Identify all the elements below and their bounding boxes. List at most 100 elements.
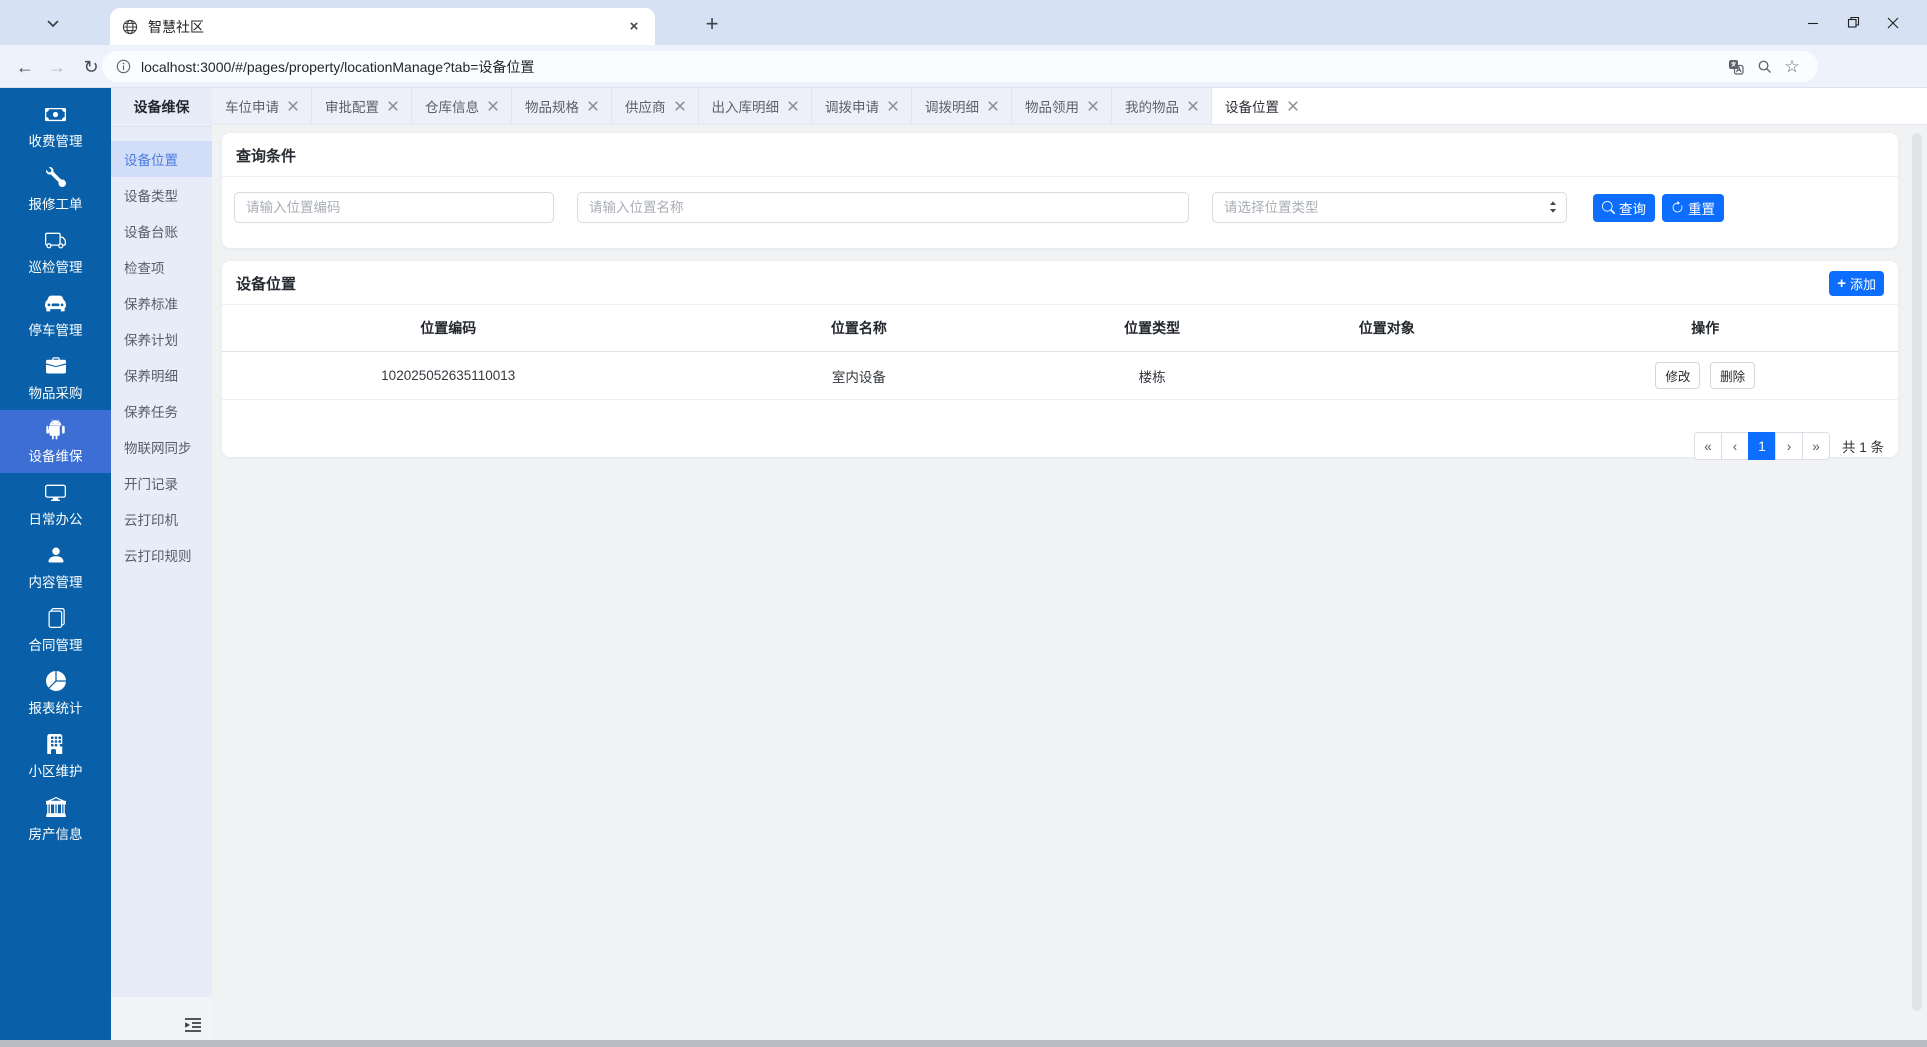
sidebar-collapse-icon[interactable]	[183, 1016, 203, 1034]
pagination-page-1-button[interactable]: 1	[1748, 432, 1776, 460]
translate-icon[interactable]	[1722, 59, 1750, 75]
page-tab-10[interactable]: 设备位置	[1212, 88, 1311, 124]
page-tab-7[interactable]: 调拨明细	[912, 88, 1012, 124]
sidebar-item-11[interactable]: 房产信息	[0, 788, 111, 851]
page-tab-5[interactable]: 出入库明细	[699, 88, 813, 124]
new-tab-button[interactable]: +	[698, 10, 726, 38]
location-name-input[interactable]	[577, 192, 1189, 223]
tab-close-icon[interactable]	[488, 101, 498, 111]
page-tab-4[interactable]: 供应商	[612, 88, 699, 124]
tab-close-icon[interactable]	[1288, 101, 1298, 111]
cell-location-name: 室内设备	[675, 352, 1044, 400]
submenu-item-5[interactable]: 保养计划	[111, 321, 212, 357]
delete-button[interactable]: 删除	[1710, 362, 1755, 389]
vertical-scrollbar[interactable]	[1912, 133, 1922, 1011]
tab-close-icon[interactable]	[1088, 101, 1098, 111]
submenu-item-6[interactable]: 保养明细	[111, 357, 212, 393]
sidebar-item-6[interactable]: 日常办公	[0, 473, 111, 536]
browser-tab-close-icon[interactable]: ×	[625, 18, 643, 36]
submenu-item-4[interactable]: 保养标准	[111, 285, 212, 321]
sidebar-item-0[interactable]: 收费管理	[0, 95, 111, 158]
submenu-item-2[interactable]: 设备台账	[111, 213, 212, 249]
window-bottom-edge	[0, 1040, 1927, 1047]
submenu-item-9[interactable]: 开门记录	[111, 465, 212, 501]
page-tab-2[interactable]: 仓库信息	[412, 88, 512, 124]
window-minimize-button[interactable]	[1793, 0, 1833, 45]
location-type-select-wrap: 请选择位置类型	[1212, 192, 1567, 223]
tab-close-icon[interactable]	[675, 101, 685, 111]
screen: { "browser": { "tab_title": "智慧社区", "url…	[0, 0, 1927, 1047]
page-tab-9[interactable]: 我的物品	[1112, 88, 1212, 124]
submenu-title: 设备维保	[111, 88, 212, 127]
location-code-input[interactable]	[234, 192, 554, 223]
pagination-prev-button[interactable]: ‹	[1721, 432, 1749, 460]
submenu-item-10[interactable]: 云打印机	[111, 501, 212, 537]
sidebar-item-4[interactable]: 物品采购	[0, 347, 111, 410]
page-tab-8[interactable]: 物品领用	[1012, 88, 1112, 124]
page-tab-6[interactable]: 调拨申请	[812, 88, 912, 124]
pie-chart-icon	[46, 670, 66, 692]
cell-location-code: 102025052635110013	[222, 352, 675, 400]
cell-actions: 修改 删除	[1513, 352, 1899, 400]
column-header-0: 位置编码	[222, 305, 675, 352]
submenu-item-3[interactable]: 检查项	[111, 249, 212, 285]
bookmark-star-icon[interactable]: ☆	[1778, 57, 1806, 77]
monitor-icon	[45, 481, 66, 503]
wrench-icon	[46, 166, 66, 188]
window-close-button[interactable]	[1873, 0, 1913, 45]
add-button[interactable]: +添加	[1829, 271, 1884, 296]
reload-button[interactable]: ↻	[78, 54, 104, 80]
sidebar-item-2[interactable]: 巡检管理	[0, 221, 111, 284]
building-icon	[46, 733, 66, 755]
submenu-item-11[interactable]: 云打印规则	[111, 537, 212, 573]
tab-close-icon[interactable]	[988, 101, 998, 111]
sidebar-item-7[interactable]: 内容管理	[0, 536, 111, 599]
query-card: 查询条件 请选择位置类型 查询 重置	[222, 133, 1898, 248]
browser-tab-title: 智慧社区	[148, 17, 625, 37]
query-card-title: 查询条件	[222, 133, 1898, 177]
column-header-1: 位置名称	[675, 305, 1044, 352]
pagination-last-button[interactable]: »	[1802, 432, 1830, 460]
column-header-3: 位置对象	[1261, 305, 1512, 352]
page-tab-0[interactable]: 车位申请	[212, 88, 312, 124]
location-type-select[interactable]: 请选择位置类型	[1212, 192, 1567, 223]
submenu-item-7[interactable]: 保养任务	[111, 393, 212, 429]
browser-tab[interactable]: 智慧社区 ×	[110, 8, 655, 45]
table-card-title: 设备位置	[222, 261, 1898, 305]
tab-close-icon[interactable]	[588, 101, 598, 111]
search-button[interactable]: 查询	[1593, 194, 1655, 222]
sidebar-item-1[interactable]: 报修工单	[0, 158, 111, 221]
page-tab-3[interactable]: 物品规格	[512, 88, 612, 124]
browser-toolbar: ← → ↻ localhost:3000/#/pages/property/lo…	[0, 45, 1927, 88]
window-controls	[1793, 0, 1913, 45]
page-tabbar: 车位申请 审批配置 仓库信息 物品规格 供应商 出入库明细 调拨申请 调拨明细 …	[212, 88, 1927, 125]
forward-button[interactable]: →	[44, 54, 70, 80]
submenu-item-8[interactable]: 物联网同步	[111, 429, 212, 465]
tab-close-icon[interactable]	[888, 101, 898, 111]
tab-close-icon[interactable]	[288, 101, 298, 111]
back-button[interactable]: ←	[12, 54, 38, 80]
zoom-icon[interactable]	[1750, 59, 1778, 74]
site-info-icon[interactable]	[114, 59, 132, 74]
bank-icon	[46, 796, 66, 818]
pagination-next-button[interactable]: ›	[1775, 432, 1803, 460]
tab-close-icon[interactable]	[788, 101, 798, 111]
pagination-total: 共 1 条	[1842, 436, 1884, 456]
sidebar-item-10[interactable]: 小区维护	[0, 725, 111, 788]
page-tab-1[interactable]: 审批配置	[312, 88, 412, 124]
sidebar-item-9[interactable]: 报表统计	[0, 662, 111, 725]
reset-button[interactable]: 重置	[1662, 194, 1724, 222]
address-bar[interactable]: localhost:3000/#/pages/property/location…	[102, 51, 1818, 82]
sidebar-item-3[interactable]: 停车管理	[0, 284, 111, 347]
sidebar-item-8[interactable]: 合同管理	[0, 599, 111, 662]
url-text: localhost:3000/#/pages/property/location…	[141, 57, 1722, 77]
pagination-first-button[interactable]: «	[1694, 432, 1722, 460]
edit-button[interactable]: 修改	[1655, 362, 1700, 389]
submenu-item-1[interactable]: 设备类型	[111, 177, 212, 213]
tab-close-icon[interactable]	[1188, 101, 1198, 111]
tab-close-icon[interactable]	[388, 101, 398, 111]
submenu-item-0[interactable]: 设备位置	[111, 141, 212, 177]
sidebar-item-5[interactable]: 设备维保	[0, 410, 111, 473]
tab-search-chevron-icon[interactable]	[40, 12, 66, 36]
window-restore-button[interactable]	[1833, 0, 1873, 45]
